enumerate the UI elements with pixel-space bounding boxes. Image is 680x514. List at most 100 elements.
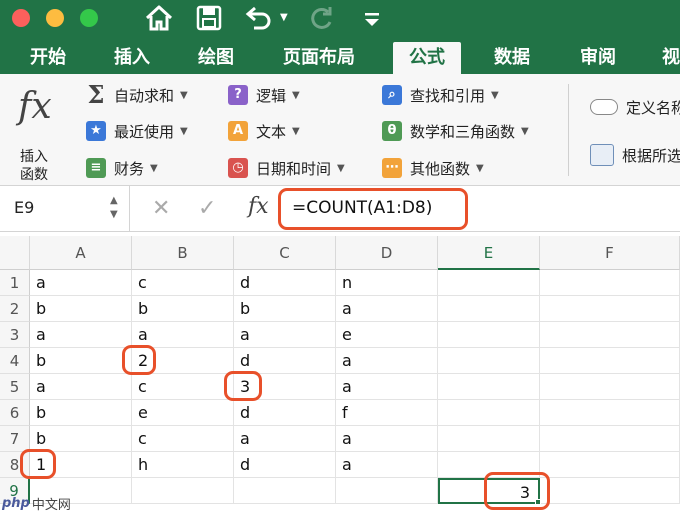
- logical-button[interactable]: ? 逻辑 ▼: [228, 84, 300, 106]
- cell-b6[interactable]: e: [132, 400, 234, 426]
- cell-d1[interactable]: n: [336, 270, 438, 296]
- cell-b8[interactable]: h: [132, 452, 234, 478]
- cell-b5[interactable]: c: [132, 374, 234, 400]
- row-header-5[interactable]: 5: [0, 374, 30, 400]
- tab-insert[interactable]: 插入: [114, 42, 150, 74]
- cell-a4[interactable]: b: [30, 348, 132, 374]
- cell-c7[interactable]: a: [234, 426, 336, 452]
- tab-home[interactable]: 开始: [30, 42, 66, 74]
- row-header-1[interactable]: 1: [0, 270, 30, 296]
- cell-e1[interactable]: [438, 270, 540, 296]
- cell-e2[interactable]: [438, 296, 540, 322]
- lookup-reference-button[interactable]: ⌕ 查找和引用 ▼: [382, 84, 499, 106]
- cell-e4[interactable]: [438, 348, 540, 374]
- save-icon[interactable]: [196, 4, 222, 32]
- more-functions-button[interactable]: ⋯ 其他函数 ▼: [382, 157, 484, 179]
- close-window-button[interactable]: [12, 9, 30, 27]
- cell-f9[interactable]: [540, 478, 680, 504]
- spreadsheet-grid[interactable]: ABCDEF1acdn2bbba3aaae4b2da5ac3a6bedf7bca…: [0, 236, 680, 514]
- cell-e7[interactable]: [438, 426, 540, 452]
- cell-b9[interactable]: [132, 478, 234, 504]
- undo-icon[interactable]: [244, 4, 274, 32]
- cell-f2[interactable]: [540, 296, 680, 322]
- minimize-window-button[interactable]: [46, 9, 64, 27]
- chevron-down-icon: ▼: [292, 89, 300, 101]
- cell-f8[interactable]: [540, 452, 680, 478]
- fx-icon[interactable]: fx: [248, 194, 269, 219]
- cell-f7[interactable]: [540, 426, 680, 452]
- name-box-value: E9: [14, 198, 35, 217]
- financial-button[interactable]: ≡ 财务 ▼: [86, 157, 158, 179]
- autosum-button[interactable]: Σ 自动求和 ▼: [86, 83, 188, 107]
- cell-d8[interactable]: a: [336, 452, 438, 478]
- define-name-button[interactable]: 定义名称: [590, 96, 680, 118]
- date-time-button[interactable]: ◷ 日期和时间 ▼: [228, 157, 345, 179]
- row-header-3[interactable]: 3: [0, 322, 30, 348]
- select-all-corner[interactable]: [0, 236, 30, 270]
- cell-f1[interactable]: [540, 270, 680, 296]
- cell-e3[interactable]: [438, 322, 540, 348]
- tab-page-layout[interactable]: 页面布局: [283, 42, 355, 74]
- cell-c2[interactable]: b: [234, 296, 336, 322]
- cell-c3[interactable]: a: [234, 322, 336, 348]
- text-functions-button[interactable]: A 文本 ▼: [228, 120, 300, 142]
- chevron-down-icon: ▼: [150, 162, 158, 174]
- cell-c6[interactable]: d: [234, 400, 336, 426]
- cell-f6[interactable]: [540, 400, 680, 426]
- undo-dropdown-icon[interactable]: ▼: [280, 12, 288, 23]
- cell-d7[interactable]: a: [336, 426, 438, 452]
- row-header-6[interactable]: 6: [0, 400, 30, 426]
- row-header-2[interactable]: 2: [0, 296, 30, 322]
- cell-a1[interactable]: a: [30, 270, 132, 296]
- row-header-7[interactable]: 7: [0, 426, 30, 452]
- cell-f3[interactable]: [540, 322, 680, 348]
- create-from-selection-button[interactable]: 根据所选: [590, 144, 680, 166]
- cell-b7[interactable]: c: [132, 426, 234, 452]
- name-box-stepper-icon[interactable]: ▲ ▼: [110, 194, 118, 222]
- cell-d6[interactable]: f: [336, 400, 438, 426]
- recently-used-button[interactable]: ★ 最近使用 ▼: [86, 120, 188, 142]
- cell-a6[interactable]: b: [30, 400, 132, 426]
- tab-view[interactable]: 视: [662, 42, 680, 74]
- column-header-a[interactable]: A: [30, 236, 132, 270]
- highlight-e9: [484, 472, 550, 510]
- tab-data[interactable]: 数据: [494, 42, 530, 74]
- zoom-window-button[interactable]: [80, 9, 98, 27]
- cell-b2[interactable]: b: [132, 296, 234, 322]
- math-trig-button[interactable]: θ 数学和三角函数 ▼: [382, 120, 529, 142]
- cell-d2[interactable]: a: [336, 296, 438, 322]
- chevron-down-icon: ▼: [491, 89, 499, 101]
- column-header-d[interactable]: D: [336, 236, 438, 270]
- column-header-b[interactable]: B: [132, 236, 234, 270]
- home-icon[interactable]: [144, 4, 174, 32]
- cell-f4[interactable]: [540, 348, 680, 374]
- cell-b1[interactable]: c: [132, 270, 234, 296]
- cell-a5[interactable]: a: [30, 374, 132, 400]
- tab-review[interactable]: 审阅: [580, 42, 616, 74]
- enter-formula-icon[interactable]: ✓: [198, 196, 216, 221]
- column-header-e[interactable]: E: [438, 236, 540, 270]
- name-box[interactable]: E9 ▲ ▼: [0, 186, 130, 232]
- cell-d5[interactable]: a: [336, 374, 438, 400]
- cell-e5[interactable]: [438, 374, 540, 400]
- cancel-formula-icon[interactable]: ✕: [152, 196, 170, 221]
- redo-icon[interactable]: [306, 4, 336, 32]
- cell-c9[interactable]: [234, 478, 336, 504]
- tab-draw[interactable]: 绘图: [198, 42, 234, 74]
- cell-c1[interactable]: d: [234, 270, 336, 296]
- row-header-4[interactable]: 4: [0, 348, 30, 374]
- cell-d9[interactable]: [336, 478, 438, 504]
- column-header-f[interactable]: F: [540, 236, 680, 270]
- cell-d3[interactable]: e: [336, 322, 438, 348]
- customize-toolbar-icon[interactable]: [362, 4, 382, 32]
- tab-formulas[interactable]: 公式: [393, 42, 461, 74]
- calendar-icon: ◷: [228, 158, 248, 178]
- column-header-c[interactable]: C: [234, 236, 336, 270]
- cell-c8[interactable]: d: [234, 452, 336, 478]
- cell-e6[interactable]: [438, 400, 540, 426]
- cell-d4[interactable]: a: [336, 348, 438, 374]
- cell-a2[interactable]: b: [30, 296, 132, 322]
- cell-a3[interactable]: a: [30, 322, 132, 348]
- cell-f5[interactable]: [540, 374, 680, 400]
- theta-icon: θ: [382, 121, 402, 141]
